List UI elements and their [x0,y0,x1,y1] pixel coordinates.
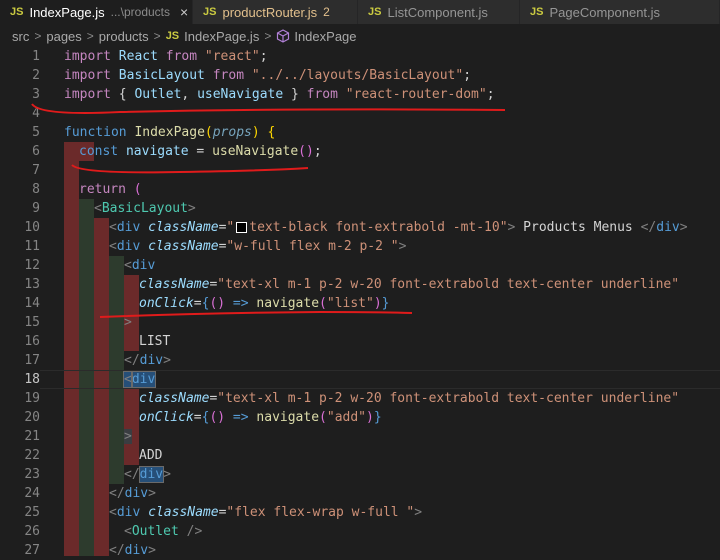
tab-label: PageComponent.js [549,4,661,20]
tab-label: ListComponent.js [387,4,488,20]
tab-label: productRouter.js [222,4,318,20]
chevron-right-icon: > [34,29,42,43]
chevron-right-icon: > [264,29,272,43]
tab-listcomponent[interactable]: JS ListComponent.js [358,0,520,24]
annotation-underline [71,164,309,174]
annotation-underline [99,310,413,318]
code-editor[interactable]: 1 import React from "react"; 2 import Ba… [0,46,720,558]
js-file-icon: JS [165,30,180,42]
tab-indexpage[interactable]: JS IndexPage.js ...\products × [0,0,193,24]
chevron-right-icon: > [86,29,94,43]
annotation-overlay [31,103,506,318]
tab-description: ...\products [110,5,171,19]
js-file-icon: JS [530,6,544,18]
js-file-icon: JS [368,6,382,18]
chevron-right-icon: > [153,29,161,43]
breadcrumb: src > pages > products > JS IndexPage.js… [0,26,720,46]
breadcrumb-item-file[interactable]: IndexPage.js [184,29,259,44]
problems-badge: 2 [323,5,330,19]
breadcrumb-item-src[interactable]: src [12,29,29,44]
js-file-icon: JS [10,6,24,18]
tab-label: IndexPage.js [29,4,105,20]
close-icon[interactable]: × [180,4,188,20]
breadcrumb-item-pages[interactable]: pages [46,29,81,44]
tab-productrouter[interactable]: JS productRouter.js 2 [193,0,358,24]
tab-pagecomponent[interactable]: JS PageComponent.js [520,0,720,24]
cube-icon [277,29,290,43]
js-file-icon: JS [203,6,217,18]
breadcrumb-item-symbol[interactable]: IndexPage [294,29,356,44]
annotation-underline [31,103,506,114]
breadcrumb-item-products[interactable]: products [99,29,149,44]
editor-tab-bar: JS IndexPage.js ...\products × JS produc… [0,0,720,24]
